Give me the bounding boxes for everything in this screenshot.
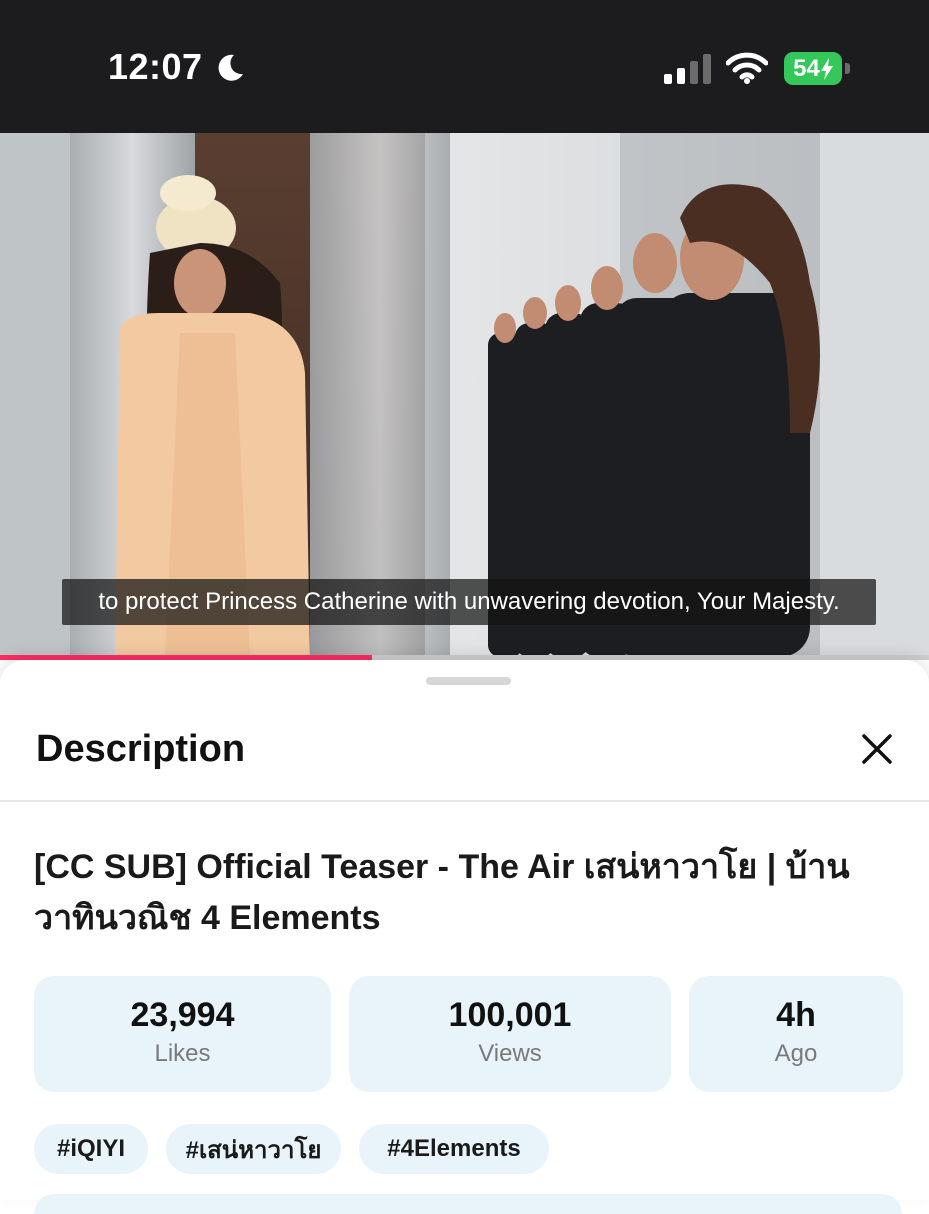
video-subtitle: to protect Princess Catherine with unwav…	[62, 579, 876, 625]
stat-value: 100,001	[448, 996, 572, 1034]
stat-card-likes: 23,994 Likes	[34, 976, 331, 1092]
stat-card-ago: 4h Ago	[689, 976, 903, 1092]
battery-charging-icon: 54	[784, 52, 850, 85]
tag-saneha-wayo[interactable]: #เสน่หาวาโย	[166, 1124, 341, 1174]
stat-label: Ago	[774, 1040, 818, 1067]
moon-icon	[218, 54, 243, 81]
stat-card-views: 100,001 Views	[349, 976, 671, 1092]
video-player[interactable]: to protect Princess Catherine with unwav…	[0, 133, 929, 657]
charging-bolt-icon	[820, 57, 833, 80]
battery-level: 54	[793, 54, 820, 82]
stat-label: Likes	[154, 1040, 211, 1067]
stat-value: 23,994	[130, 996, 235, 1034]
status-bar: 12:07 54	[0, 0, 929, 133]
stat-label: Views	[478, 1040, 542, 1067]
video-title: [CC SUB] Official Teaser - The Air เสน่ห…	[34, 848, 850, 937]
description-sheet: Description [CC SUB] Official Teaser - T…	[0, 660, 929, 1214]
sheet-grabber[interactable]	[426, 677, 511, 685]
close-button[interactable]	[852, 724, 902, 774]
status-time: 12:07	[108, 46, 203, 87]
stat-value: 4h	[776, 996, 816, 1034]
tag-4elements[interactable]: #4Elements	[359, 1124, 549, 1174]
sheet-divider	[0, 800, 929, 802]
tag-iqiyi[interactable]: #iQIYI	[34, 1124, 148, 1174]
close-icon	[862, 734, 892, 764]
next-card-peek	[34, 1194, 902, 1214]
cellular-signal-icon	[664, 54, 711, 84]
wifi-icon	[726, 52, 768, 84]
sheet-title: Description	[36, 728, 246, 770]
